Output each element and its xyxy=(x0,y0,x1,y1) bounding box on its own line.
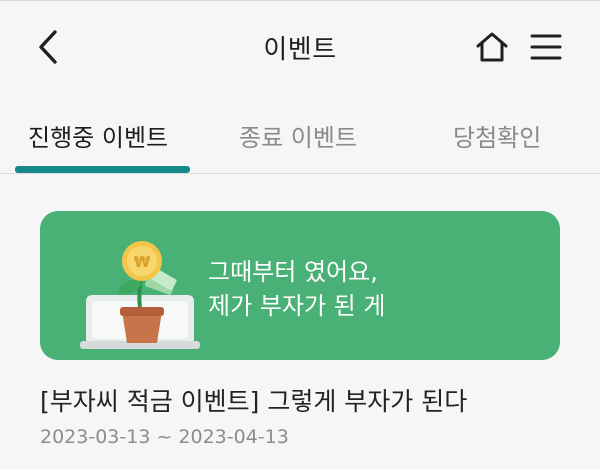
event-banner[interactable]: ₩ 그때부터 였어요, 제가 부자가 된 게 xyxy=(40,211,560,360)
tab-ended-events[interactable]: 종료 이벤트 xyxy=(239,118,357,153)
event-title[interactable]: [부자씨 적금 이벤트] 그렇게 부자가 된다 xyxy=(40,382,467,418)
home-button[interactable] xyxy=(472,27,512,67)
menu-button[interactable] xyxy=(526,27,566,67)
banner-text: 그때부터 였어요, 제가 부자가 된 게 xyxy=(208,255,385,323)
banner-line-1: 그때부터 였어요, xyxy=(208,258,378,286)
event-tabs: 진행중 이벤트 종료 이벤트 당첨확인 xyxy=(0,104,600,174)
banner-line-2: 제가 부자가 된 게 xyxy=(208,292,386,320)
tab-ongoing-events[interactable]: 진행중 이벤트 xyxy=(28,118,168,153)
hamburger-menu-icon xyxy=(530,34,562,60)
active-tab-indicator xyxy=(15,166,190,173)
svg-text:₩: ₩ xyxy=(134,253,151,271)
home-icon xyxy=(476,32,508,62)
tab-winner-check[interactable]: 당첨확인 xyxy=(453,118,541,153)
event-period: 2023-03-13 ~ 2023-04-13 xyxy=(40,426,289,448)
app-header: 이벤트 xyxy=(0,1,600,91)
money-plant-pot-icon: ₩ xyxy=(80,241,200,349)
